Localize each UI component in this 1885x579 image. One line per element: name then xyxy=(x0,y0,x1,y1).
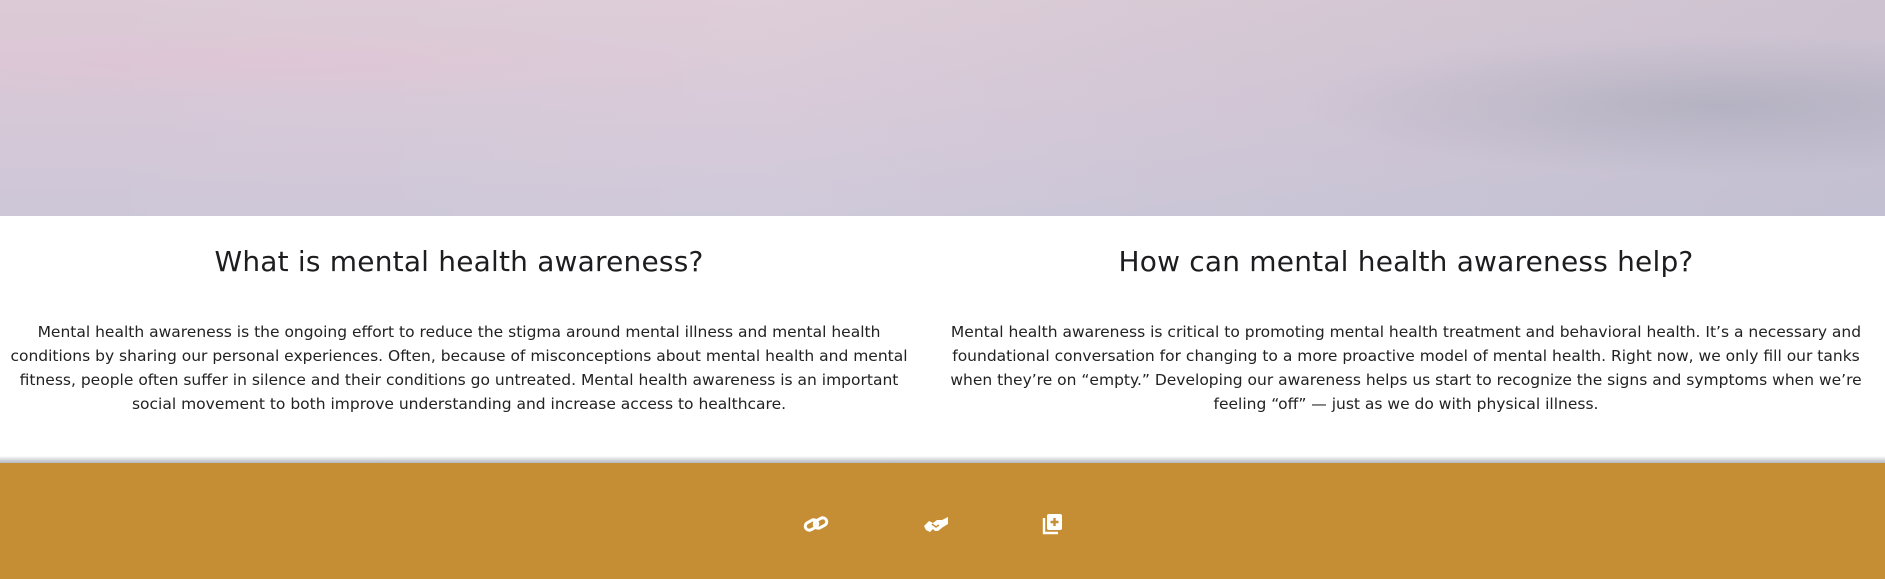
add-document-icon[interactable] xyxy=(1041,512,1067,536)
section-heading: How can mental health awareness help? xyxy=(1118,245,1694,278)
info-section: What is mental health awareness? Mental … xyxy=(0,216,1885,461)
footer xyxy=(0,463,1885,579)
section-heading: What is mental health awareness? xyxy=(214,245,704,278)
section-body: Mental health awareness is the ongoing e… xyxy=(10,323,908,413)
hero-image xyxy=(0,0,1885,216)
section-body: Mental health awareness is critical to p… xyxy=(950,323,1862,413)
link-icon[interactable] xyxy=(803,512,829,536)
handshake-icon[interactable] xyxy=(922,512,948,536)
